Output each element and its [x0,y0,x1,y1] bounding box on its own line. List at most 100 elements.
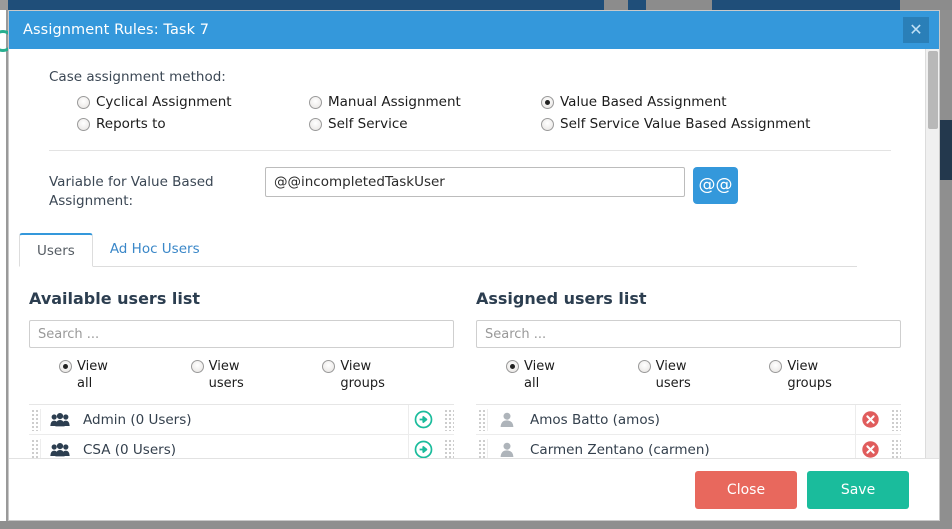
assigned-view-all-radio[interactable]: View all [506,358,638,392]
tab-ad-hoc-users[interactable]: Ad Hoc Users [93,232,217,266]
radio-cyclical-assignment[interactable]: Cyclical Assignment [77,94,309,110]
assigned-search-input[interactable] [476,320,901,348]
view-label-line2: groups [787,376,832,391]
radio-manual-assignment[interactable]: Manual Assignment [309,94,541,110]
background-left-fill [0,10,6,529]
available-view-filter-group: View all View users View groups [29,358,454,392]
radio-indicator-icon [77,96,90,109]
page-title: Assignment Rules: Task 7 [23,22,210,38]
background-topbar [0,0,952,10]
tab-bar: Users Ad Hoc Users [19,233,857,267]
list-item[interactable]: Carmen Zentano (carmen) [476,435,901,458]
variable-input[interactable] [265,167,685,197]
dialog-titlebar: Assignment Rules: Task 7 ✕ [9,11,939,49]
variable-label: Variable for Value Based Assignment: [49,174,214,209]
radio-indicator-icon [77,118,90,131]
assignment-method-label: Case assignment method: [49,69,226,85]
view-label-line1: View [655,359,687,374]
tab-users[interactable]: Users [19,233,93,267]
user-icon [496,441,518,459]
radio-reports-to[interactable]: Reports to [77,116,309,132]
assigned-view-users-radio[interactable]: View users [637,358,770,392]
background-segment [604,0,628,10]
radio-indicator-icon [59,360,72,373]
list-item[interactable]: CSA (0 Users) [29,435,454,458]
drag-handle-icon[interactable] [478,438,488,458]
list-item-label: Admin (0 Users) [83,411,192,428]
row-resize-handle-icon [891,408,901,431]
row-resize-handle-icon [444,438,454,458]
available-users-panel: Available users list View all View users [29,289,454,458]
scrollbar-thumb[interactable] [928,51,938,129]
radio-indicator-icon [541,118,554,131]
dialog-footer: Close Save [9,458,939,520]
close-icon[interactable]: ✕ [903,17,929,43]
background-segment [900,0,952,10]
list-item-label: Amos Batto (amos) [530,411,660,428]
radio-indicator-icon [309,96,322,109]
user-icon [496,411,518,429]
background-right-strip [938,10,952,529]
assignment-rules-dialog: Assignment Rules: Task 7 ✕ Case assignme… [8,10,940,521]
available-view-groups-radio[interactable]: View groups [322,358,454,392]
radio-label: Value Based Assignment [560,94,727,110]
assigned-users-panel: Assigned users list View all View users [476,289,901,458]
available-view-users-radio[interactable]: View users [190,358,323,392]
radio-label: Cyclical Assignment [96,94,232,110]
radio-label: Self Service Value Based Assignment [560,116,811,132]
list-item-label: CSA (0 Users) [83,441,176,458]
drag-handle-icon[interactable] [31,408,41,431]
list-item[interactable]: Amos Batto (amos) [476,405,901,435]
dual-list-panel: Available users list View all View users [9,267,925,458]
radio-self-service[interactable]: Self Service [309,116,541,132]
close-button[interactable]: Close [695,470,797,509]
view-label-line2: groups [340,376,385,391]
view-label-line2: all [77,376,93,391]
background-bottom-strip [0,521,952,529]
view-label-line1: View [208,359,240,374]
assigned-users-title: Assigned users list [476,289,647,308]
radio-value-based-assignment[interactable]: Value Based Assignment [541,94,897,110]
remove-x-icon[interactable] [855,405,885,434]
dialog-body: Case assignment method: Cyclical Assignm… [9,49,925,458]
assigned-view-groups-radio[interactable]: View groups [769,358,901,392]
drag-handle-icon[interactable] [31,438,41,458]
radio-label: Self Service [328,116,408,132]
radio-indicator-icon [190,360,204,373]
available-view-all-radio[interactable]: View all [59,358,191,392]
add-arrow-icon[interactable] [408,435,438,458]
radio-indicator-icon [637,360,651,373]
group-icon [49,441,71,459]
radio-indicator-icon [769,360,783,373]
assigned-users-list: Amos Batto (amos) Carmen Zentano (carmen… [476,404,901,458]
vertical-scrollbar[interactable] [925,49,939,458]
group-icon [49,411,71,429]
radio-label: Reports to [96,116,166,132]
radio-indicator-icon [309,118,322,131]
remove-x-icon[interactable] [855,435,885,458]
save-button[interactable]: Save [807,470,909,509]
view-label-line1: View [77,359,108,374]
view-label-line1: View [787,359,819,374]
dialog-body-wrapper: Case assignment method: Cyclical Assignm… [9,49,939,458]
list-item-label: Carmen Zentano (carmen) [530,441,710,458]
add-arrow-icon[interactable] [408,405,438,434]
available-users-title: Available users list [29,289,201,308]
view-label-line2: users [208,376,244,391]
list-item[interactable]: Admin (0 Users) [29,405,454,435]
background-segment [646,0,712,10]
at-at-icon[interactable]: @@ [693,167,738,204]
assignment-method-radio-group: Cyclical Assignment Manual Assignment Va… [49,94,897,132]
view-label-line1: View [340,359,372,374]
available-users-list: Admin (0 Users) CSA (0 Users) [29,404,454,458]
row-resize-handle-icon [891,438,901,458]
radio-label: Manual Assignment [328,94,461,110]
radio-indicator-icon [322,360,336,373]
assigned-view-filter-group: View all View users View groups [476,358,901,392]
view-label-line1: View [524,359,555,374]
radio-self-service-value-based-assignment[interactable]: Self Service Value Based Assignment [541,116,897,132]
drag-handle-icon[interactable] [478,408,488,431]
radio-indicator-icon [506,360,519,373]
view-label-line2: all [524,376,540,391]
available-search-input[interactable] [29,320,454,348]
